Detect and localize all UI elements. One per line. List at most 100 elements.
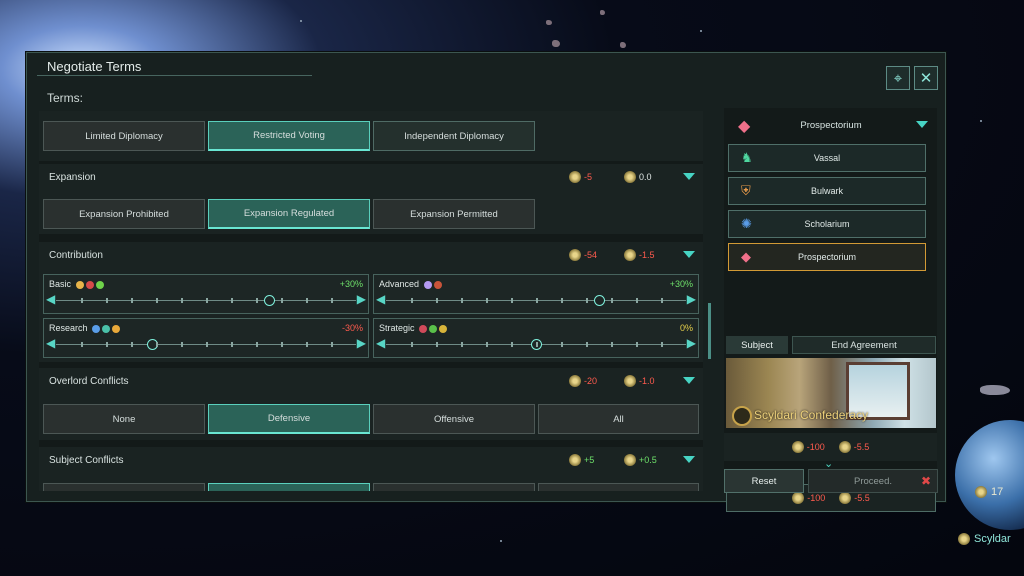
type-prospectorium[interactable]: ◆ Prospectorium	[728, 243, 926, 271]
option-none[interactable]: None	[43, 404, 205, 434]
tab-end-agreement[interactable]: End Agreement	[792, 336, 936, 354]
increase-arrow-icon[interactable]: ▶	[687, 293, 696, 305]
contribution-influence: -54	[569, 249, 597, 261]
target-button[interactable]: ⌖	[886, 66, 910, 90]
option-independent-diplomacy[interactable]: Independent Diplomacy	[373, 121, 535, 151]
overlord-conflicts-section: Overlord Conflicts -20 -1.0 None Defensi…	[39, 368, 703, 440]
slider-tick	[156, 342, 158, 347]
slider-track[interactable]	[386, 295, 686, 306]
expansion-section: Expansion -5 0.0 Expansion Prohibited Ex…	[39, 164, 703, 234]
subject-conflicts-title: Subject Conflicts	[49, 455, 124, 466]
option-subject-conflicts-2[interactable]	[373, 483, 535, 491]
contribution-section: Contribution -54 -1.5 Basic +30% ◀ ▶ Adva…	[39, 242, 703, 362]
x-icon: ✖	[920, 474, 931, 488]
slider-percent: +30%	[669, 279, 693, 289]
slider-research[interactable]: Research -30% ◀ ▶	[43, 318, 369, 358]
slider-strategic[interactable]: Strategic 0% ◀ ▶	[373, 318, 699, 358]
option-expansion-permitted[interactable]: Expansion Permitted	[373, 199, 535, 229]
option-defensive[interactable]: Defensive	[208, 404, 370, 434]
slider-tick	[106, 298, 108, 303]
engineering-icon	[112, 324, 121, 333]
research-icon: ✺	[741, 216, 752, 231]
slider-knob[interactable]	[594, 295, 605, 306]
increase-arrow-icon[interactable]: ▶	[357, 337, 366, 349]
close-button[interactable]: ✕	[914, 66, 938, 90]
slider-tick	[536, 298, 538, 303]
increase-arrow-icon[interactable]: ▶	[357, 293, 366, 305]
expand-chevron-icon[interactable]	[683, 456, 695, 463]
reset-button[interactable]: Reset	[724, 469, 804, 493]
option-expansion-prohibited[interactable]: Expansion Prohibited	[43, 199, 205, 229]
slider-tick	[436, 298, 438, 303]
subject-energy: +0.5	[624, 454, 657, 466]
empire-emblem-icon	[732, 406, 752, 426]
subject-influence: +5	[569, 454, 594, 466]
slider-tick	[156, 298, 158, 303]
slider-tick	[306, 342, 308, 347]
slider-tick	[231, 342, 233, 347]
slider-label: Strategic	[379, 323, 448, 333]
slider-tick	[256, 298, 258, 303]
slider-tick	[106, 342, 108, 347]
option-subject-conflicts-3[interactable]	[538, 483, 699, 491]
expand-chevron-icon[interactable]	[683, 173, 695, 180]
type-bulwark[interactable]: ⛨ Bulwark	[728, 177, 926, 205]
influence-icon	[792, 492, 805, 504]
slider-label: Research	[49, 323, 121, 333]
motes-icon	[419, 324, 428, 333]
overlord-energy: -1.0	[624, 375, 655, 387]
scrollbar-thumb[interactable]	[708, 303, 711, 359]
type-scholarium[interactable]: ✺ Scholarium	[728, 210, 926, 238]
option-all[interactable]: All	[538, 404, 699, 434]
slider-tick	[281, 342, 283, 347]
decrease-arrow-icon[interactable]: ◀	[46, 293, 55, 305]
influence-icon	[569, 375, 581, 387]
option-limited-diplomacy[interactable]: Limited Diplomacy	[43, 121, 205, 151]
option-subject-conflicts-0[interactable]	[43, 483, 205, 491]
slider-tick	[131, 342, 133, 347]
energy-icon	[624, 454, 636, 466]
option-expansion-regulated[interactable]: Expansion Regulated	[208, 199, 370, 229]
slider-tick	[331, 342, 333, 347]
type-vassal[interactable]: ♞ Vassal	[728, 144, 926, 172]
expand-chevron-icon[interactable]	[683, 377, 695, 384]
contribution-title: Contribution	[49, 250, 103, 261]
slider-tick	[561, 298, 563, 303]
influence-icon	[791, 441, 804, 453]
slider-tick	[181, 298, 183, 303]
proceed-button[interactable]: Proceed. ✖	[808, 469, 938, 493]
energy-icon	[624, 171, 636, 183]
slider-track[interactable]	[386, 339, 686, 350]
slider-tick	[181, 342, 183, 347]
planet-label[interactable]: Scyldar	[958, 533, 1011, 545]
option-subject-conflicts-1[interactable]	[208, 483, 370, 491]
decrease-arrow-icon[interactable]: ◀	[376, 337, 385, 349]
energy-icon	[75, 280, 84, 289]
slider-advanced[interactable]: Advanced +30% ◀ ▶	[373, 274, 699, 314]
diplomacy-section: Limited Diplomacy Restricted Voting Inde…	[39, 111, 703, 161]
title-divider	[37, 75, 312, 76]
option-restricted-voting[interactable]: Restricted Voting	[208, 121, 370, 151]
slider-percent: +30%	[339, 279, 363, 289]
slider-track[interactable]	[56, 339, 356, 350]
tab-subject[interactable]: Subject	[726, 336, 788, 354]
agreement-type-dropdown[interactable]: ◆ Prospectorium	[726, 110, 936, 140]
option-offensive[interactable]: Offensive	[373, 404, 535, 434]
slider-tick	[256, 342, 258, 347]
shield-icon: ⛨	[741, 183, 751, 198]
close-icon: ✕	[919, 70, 933, 87]
slider-basic[interactable]: Basic +30% ◀ ▶	[43, 274, 369, 314]
empire-portrait: Scyldari Confederacy	[726, 358, 936, 428]
slider-tick	[461, 342, 463, 347]
decrease-arrow-icon[interactable]: ◀	[376, 293, 385, 305]
expansion-influence: -5	[569, 171, 592, 183]
planet[interactable]	[955, 420, 1024, 530]
increase-arrow-icon[interactable]: ▶	[687, 337, 696, 349]
slider-knob[interactable]	[264, 295, 275, 306]
slider-track[interactable]	[56, 295, 356, 306]
society-icon	[102, 324, 111, 333]
expand-chevron-icon[interactable]	[683, 251, 695, 258]
energy-icon	[839, 492, 852, 504]
decrease-arrow-icon[interactable]: ◀	[46, 337, 55, 349]
slider-tick	[586, 342, 588, 347]
